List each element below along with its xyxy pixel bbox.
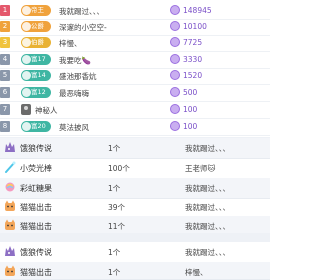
- gift-log-divider: [0, 233, 270, 242]
- rank-number: 2: [0, 21, 10, 32]
- contribution-score: 7725: [183, 38, 203, 47]
- gift-count: 1个: [108, 144, 121, 153]
- gift-log-row[interactable]: 饿狼传说 1个 我就踢过、、、: [0, 242, 270, 263]
- coin-icon: [170, 121, 180, 131]
- ranking-row[interactable]: 1 帝王 我就踢过、、、 148945: [0, 3, 270, 20]
- contribution-score: 148945: [183, 6, 212, 15]
- coin-icon: [170, 104, 180, 114]
- ranking-row[interactable]: 7 神秘人 100: [0, 102, 270, 119]
- badge-label: 富12: [31, 88, 46, 96]
- gift-count: 39个: [108, 203, 126, 212]
- gift-log-row[interactable]: 彩虹糖果 1个 我就踢过、、、: [0, 178, 270, 199]
- gift-log-row[interactable]: 饿狼传说 1个 我就踢过、、、: [0, 138, 270, 159]
- gift-name: 猫猫出击: [20, 222, 52, 231]
- badge-icon: [22, 71, 31, 80]
- coin-icon: [170, 21, 180, 31]
- badge-icon: [22, 6, 31, 15]
- badge-label: 富14: [31, 71, 46, 79]
- gift-name: 小荧光棒: [20, 164, 52, 173]
- badge-icon: [22, 88, 31, 97]
- badge-icon: [22, 38, 31, 47]
- gift-count: 1个: [108, 184, 121, 193]
- rank-number: 1: [0, 5, 10, 16]
- badge-icon: [22, 22, 31, 31]
- gift-name: 猫猫出击: [20, 268, 52, 277]
- badge-label: 伯爵: [31, 38, 44, 46]
- wolf-gift-icon: [4, 141, 16, 153]
- gift-count: 100个: [108, 164, 130, 173]
- level-badge: 富14: [21, 70, 51, 81]
- badge-label: 帝王: [31, 6, 44, 14]
- rank-number: 4: [0, 54, 10, 65]
- rank-number: 8: [0, 121, 10, 132]
- gift-count: 1个: [108, 268, 121, 277]
- badge-icon: [22, 122, 31, 131]
- user-name[interactable]: 我就踢过、、、: [59, 6, 104, 17]
- badge-label: 富17: [31, 55, 46, 63]
- ranking-row[interactable]: 2 公爵 深邃的小空空- 10100: [0, 19, 270, 36]
- level-badge: 富17: [21, 54, 51, 65]
- contribution-score: 1520: [183, 71, 203, 80]
- user-name[interactable]: 盛池那香炕: [59, 71, 97, 82]
- level-badge: 帝王: [21, 5, 51, 16]
- badge-icon: [22, 55, 31, 64]
- ranking-row[interactable]: 4 富17 我要吃🍆 3330: [0, 52, 270, 69]
- user-name[interactable]: 深邃的小空空-: [59, 22, 107, 33]
- glow-stick-icon: [4, 161, 16, 173]
- level-badge: 富20: [21, 121, 51, 132]
- ranking-row[interactable]: 6 富12 最恶嗨嗨 500: [0, 85, 270, 102]
- gift-name: 饿狼传说: [20, 144, 52, 153]
- gift-log-row[interactable]: 猫猫出击 39个 我就踢过、、、: [0, 197, 270, 218]
- rank-number: 3: [0, 37, 10, 48]
- anonymous-user-icon: [21, 104, 31, 115]
- gift-sender-name[interactable]: 王老师🐱: [185, 163, 215, 174]
- gift-count: 11个: [108, 222, 126, 231]
- gift-name: 猫猫出击: [20, 203, 52, 212]
- coin-icon: [170, 54, 180, 64]
- coin-icon: [170, 87, 180, 97]
- rank-number: 6: [0, 87, 10, 98]
- gift-sender-name[interactable]: 我就踢过、、、: [185, 143, 230, 154]
- user-name[interactable]: 梓慢、: [59, 38, 82, 49]
- user-name[interactable]: 最恶嗨嗨: [59, 88, 89, 99]
- ranking-row[interactable]: 5 富14 盛池那香炕 1520: [0, 68, 270, 85]
- level-badge: 公爵: [21, 21, 51, 32]
- ranking-row[interactable]: 8 富20 莫法披风 100: [0, 119, 270, 136]
- coin-icon: [170, 70, 180, 80]
- gift-name: 彩虹糖果: [20, 184, 52, 193]
- coin-icon: [170, 5, 180, 15]
- gift-count: 1个: [108, 248, 121, 257]
- wolf-gift-icon: [4, 245, 16, 257]
- contribution-score: 3330: [183, 55, 203, 64]
- gift-sender-name[interactable]: 我就踢过、、、: [185, 247, 230, 258]
- cat-attack-icon: [4, 200, 16, 212]
- coin-icon: [170, 37, 180, 47]
- rank-number: 7: [0, 104, 10, 115]
- gift-sender-name[interactable]: 梓慢、: [185, 267, 208, 278]
- user-name[interactable]: 我要吃🍆: [59, 55, 91, 66]
- cat-attack-icon: [4, 219, 16, 231]
- contribution-score: 100: [183, 122, 198, 131]
- rank-number: 5: [0, 70, 10, 81]
- cat-attack-icon: [4, 265, 16, 277]
- badge-label: 公爵: [31, 22, 44, 30]
- contribution-score: 500: [183, 88, 198, 97]
- gift-sender-name[interactable]: 我就踢过、、、: [185, 202, 230, 213]
- level-badge: 富12: [21, 87, 51, 98]
- gift-sender-name[interactable]: 我就踢过、、、: [185, 221, 230, 232]
- contribution-score: 10100: [183, 22, 207, 31]
- user-name[interactable]: 神秘人: [35, 105, 58, 116]
- ranking-row[interactable]: 3 伯爵 梓慢、 7725: [0, 35, 270, 52]
- gift-log-row[interactable]: 小荧光棒 100个 王老师🐱: [0, 158, 270, 179]
- gift-log-row[interactable]: 猫猫出击 1个 梓慢、: [0, 262, 270, 280]
- rainbow-candy-icon: [4, 181, 16, 193]
- user-name[interactable]: 莫法披风: [59, 122, 89, 133]
- badge-label: 富20: [31, 122, 46, 130]
- contribution-score: 100: [183, 105, 198, 114]
- level-badge: 伯爵: [21, 37, 51, 48]
- gift-sender-name[interactable]: 我就踢过、、、: [185, 183, 230, 194]
- gift-name: 饿狼传说: [20, 248, 52, 257]
